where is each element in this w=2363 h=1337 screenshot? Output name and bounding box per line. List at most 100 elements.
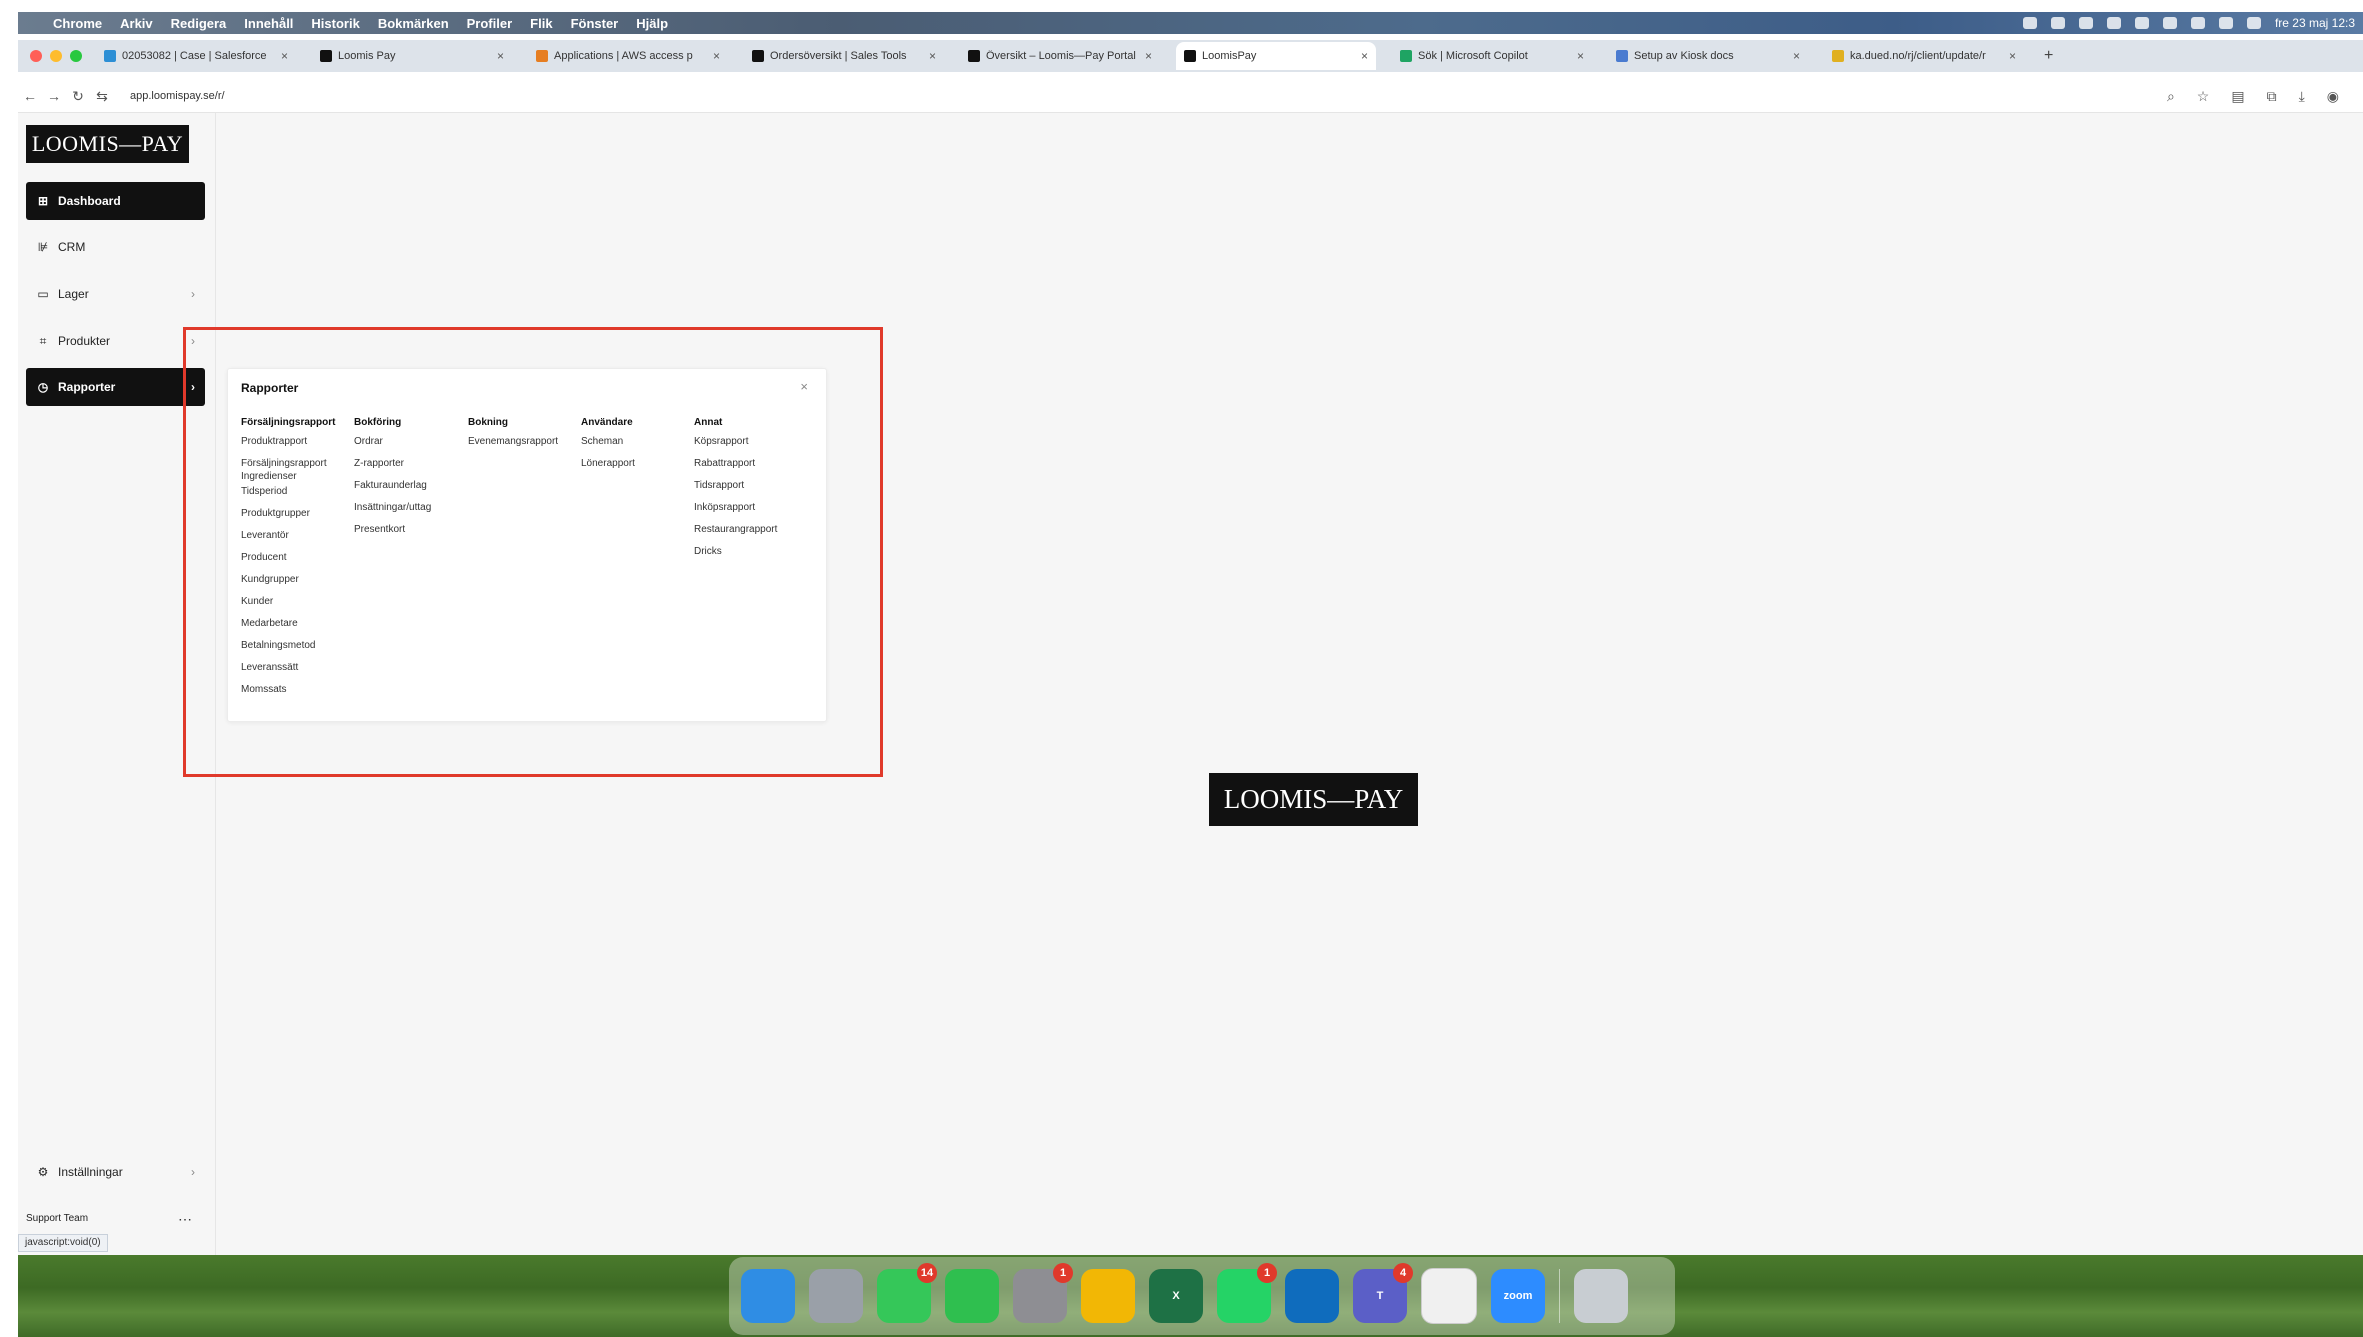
close-tab-icon[interactable]: ×	[1577, 49, 1584, 63]
close-tab-icon[interactable]: ×	[1361, 49, 1368, 63]
trash-icon[interactable]	[1574, 1269, 1628, 1323]
browser-tab[interactable]: ka.dued.no/rj/client/update/r ×	[1824, 42, 2024, 70]
sidebar-item-produkter[interactable]: ⌗ Produkter ›	[26, 322, 205, 360]
browser-tab[interactable]: Ordersöversikt | Sales Tools ×	[744, 42, 944, 70]
zoom-icon[interactable]: ⌕	[2167, 88, 2175, 105]
close-tab-icon[interactable]: ×	[713, 49, 720, 63]
sidebar-item-lager[interactable]: ▭ Lager ›	[26, 275, 205, 313]
url-field[interactable]: app.loomispay.se/r/	[130, 90, 225, 102]
extensions-icon[interactable]: ⧉	[2267, 88, 2277, 105]
report-link[interactable]: Dricks	[694, 543, 806, 565]
report-link[interactable]: Momssats	[241, 681, 353, 703]
sidebar-item-rapporter[interactable]: ◷ Rapporter ›	[26, 368, 205, 406]
menu-hjalp[interactable]: Hjälp	[627, 16, 677, 31]
menu-bokmarken[interactable]: Bokmärken	[369, 16, 458, 31]
bluetooth-icon[interactable]	[2106, 17, 2121, 29]
status-icon[interactable]	[2022, 17, 2037, 29]
cloud-icon[interactable]	[2050, 17, 2065, 29]
finder-icon[interactable]	[741, 1269, 795, 1323]
browser-tab[interactable]: Sök | Microsoft Copilot ×	[1392, 42, 1592, 70]
close-icon[interactable]: ×	[800, 379, 808, 394]
system-settings-icon[interactable]: 1	[1013, 1263, 1073, 1323]
reading-list-icon[interactable]: ▤	[2231, 88, 2244, 105]
reload-icon[interactable]: ↻	[66, 88, 90, 105]
search-icon[interactable]	[2218, 17, 2233, 29]
close-window-icon[interactable]	[30, 50, 42, 62]
teams-icon[interactable]: T4	[1353, 1263, 1413, 1323]
messages-icon[interactable]: 14	[877, 1263, 937, 1323]
report-link[interactable]: Scheman	[581, 433, 693, 455]
sidebar-item-crm[interactable]: ⊯ CRM	[26, 228, 205, 266]
report-link[interactable]: Betalningsmetod	[241, 637, 353, 659]
zoom-window-icon[interactable]	[70, 50, 82, 62]
wifi-icon[interactable]	[2162, 17, 2177, 29]
report-link[interactable]: Evenemangsrapport	[468, 433, 580, 455]
status-icon[interactable]	[2078, 17, 2093, 29]
whatsapp-icon[interactable]: 1	[1217, 1263, 1277, 1323]
report-link[interactable]: Inköpsrapport	[694, 499, 806, 521]
report-link[interactable]: Producent	[241, 549, 353, 571]
menu-arkiv[interactable]: Arkiv	[111, 16, 162, 31]
close-tab-icon[interactable]: ×	[281, 49, 288, 63]
report-link[interactable]: Leverantör	[241, 527, 353, 549]
report-link[interactable]: Medarbetare	[241, 615, 353, 637]
menu-redigera[interactable]: Redigera	[162, 16, 236, 31]
report-link[interactable]: Restaurangrapport	[694, 521, 806, 543]
report-link[interactable]: Produktrapport	[241, 433, 353, 455]
launchpad-icon[interactable]	[809, 1269, 863, 1323]
close-tab-icon[interactable]: ×	[1793, 49, 1800, 63]
battery-icon[interactable]	[2190, 17, 2205, 29]
report-link[interactable]: Kunder	[241, 593, 353, 615]
notes-icon[interactable]	[1421, 1268, 1477, 1324]
volume-icon[interactable]	[2134, 17, 2149, 29]
browser-tab-active[interactable]: LoomisPay ×	[1176, 42, 1376, 70]
report-link[interactable]: Försäljningsrapport Ingredienser	[241, 455, 353, 483]
zoom-icon[interactable]: zoom	[1491, 1269, 1545, 1323]
new-tab-icon[interactable]: +	[2040, 47, 2053, 65]
more-options-icon[interactable]: ⋯	[178, 1211, 192, 1228]
menu-historik[interactable]: Historik	[302, 16, 368, 31]
excel-icon[interactable]: X	[1149, 1269, 1203, 1323]
sidebar-item-installningar[interactable]: ⚙ Inställningar ›	[26, 1153, 205, 1191]
menubar-clock[interactable]: fre 23 maj 12:3	[2275, 16, 2355, 30]
report-link[interactable]: Tidsrapport	[694, 477, 806, 499]
browser-tab[interactable]: Loomis Pay ×	[312, 42, 512, 70]
report-link[interactable]: Insättningar/uttag	[354, 499, 466, 521]
report-link[interactable]: Rabattrapport	[694, 455, 806, 477]
browser-tab[interactable]: 02053082 | Case | Salesforce ×	[96, 42, 296, 70]
menu-profiler[interactable]: Profiler	[458, 16, 522, 31]
sidebar-item-dashboard[interactable]: ⊞ Dashboard	[26, 182, 205, 220]
control-center-icon[interactable]	[2246, 17, 2261, 29]
report-link[interactable]: Z-rapporter	[354, 455, 466, 477]
report-link[interactable]: Presentkort	[354, 521, 466, 543]
report-link[interactable]: Ordrar	[354, 433, 466, 455]
report-link[interactable]: Kundgrupper	[241, 571, 353, 593]
support-user-label[interactable]: Support Team	[26, 1213, 88, 1224]
bookmark-star-icon[interactable]: ☆	[2197, 88, 2210, 105]
menu-fonster[interactable]: Fönster	[562, 16, 628, 31]
close-tab-icon[interactable]: ×	[1145, 49, 1152, 63]
menu-innehall[interactable]: Innehåll	[235, 16, 302, 31]
outlook-icon[interactable]	[1285, 1269, 1339, 1323]
report-link[interactable]: Produktgrupper	[241, 505, 353, 527]
browser-tab[interactable]: Översikt – Loomis—Pay Portal ×	[960, 42, 1160, 70]
site-settings-icon[interactable]: ⇆	[90, 88, 114, 105]
close-tab-icon[interactable]: ×	[497, 49, 504, 63]
browser-tab[interactable]: Setup av Kiosk docs ×	[1608, 42, 1808, 70]
menu-chrome[interactable]: Chrome	[44, 16, 111, 31]
menu-flik[interactable]: Flik	[521, 16, 561, 31]
report-link[interactable]: Tidsperiod	[241, 483, 353, 505]
close-tab-icon[interactable]: ×	[929, 49, 936, 63]
sidebar-logo[interactable]: LOOMIS—PAY	[26, 125, 189, 163]
forward-icon[interactable]: →	[42, 88, 66, 104]
report-link[interactable]: Köpsrapport	[694, 433, 806, 455]
minimize-window-icon[interactable]	[50, 50, 62, 62]
browser-tab[interactable]: Applications | AWS access p ×	[528, 42, 728, 70]
report-link[interactable]: Fakturaunderlag	[354, 477, 466, 499]
facetime-icon[interactable]	[945, 1269, 999, 1323]
back-icon[interactable]: ←	[18, 88, 42, 104]
report-link[interactable]: Lönerapport	[581, 455, 693, 477]
profile-icon[interactable]: ◉	[2327, 88, 2339, 105]
report-link[interactable]: Leveranssätt	[241, 659, 353, 681]
close-tab-icon[interactable]: ×	[2009, 49, 2016, 63]
